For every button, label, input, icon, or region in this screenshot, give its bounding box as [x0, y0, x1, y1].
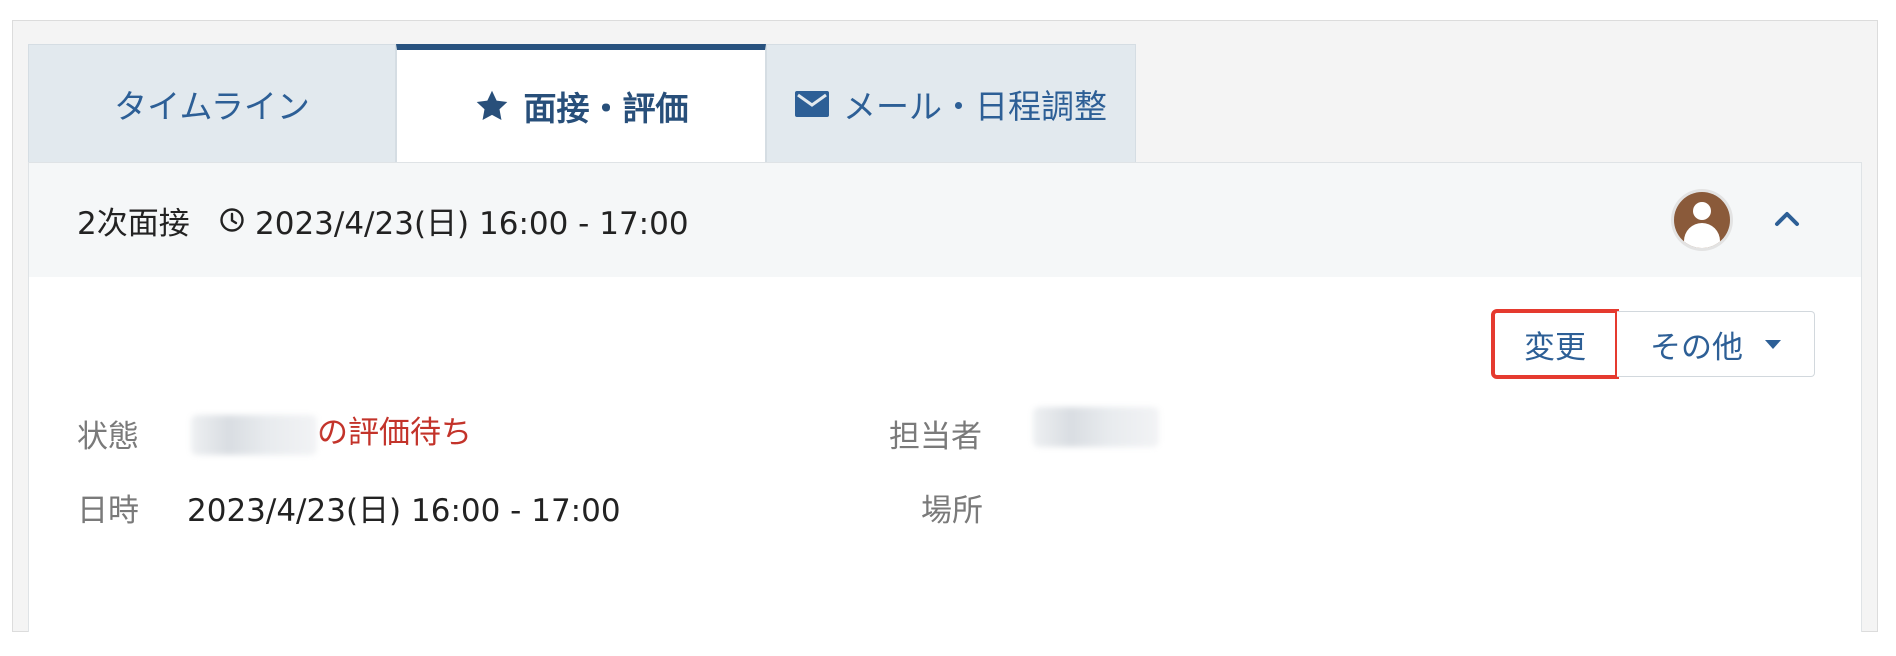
user-icon — [1674, 192, 1730, 248]
status-value: の評価待ち — [191, 407, 472, 455]
interview-stage: 2次面接 — [77, 205, 190, 242]
other-dropdown-button[interactable]: その他 — [1617, 311, 1815, 377]
tab-bar: タイムライン 面接・評価 メール・日程調整 — [28, 44, 1136, 162]
avatar[interactable] — [1671, 189, 1733, 251]
caret-down-icon — [1765, 339, 1781, 349]
star-icon — [476, 90, 507, 120]
interview-header: 2次面接 2023/4/23(日) 16:00 - 17:00 — [29, 163, 1861, 277]
interview-datetime: 2023/4/23(日) 16:00 - 17:00 — [255, 205, 689, 242]
status-label: 状態 — [77, 419, 139, 455]
tab-timeline[interactable]: タイムライン — [28, 44, 396, 162]
tab-label: タイムライン — [114, 86, 310, 126]
tab-label: メール・日程調整 — [843, 86, 1107, 126]
redacted-assignee — [1033, 407, 1159, 447]
datetime-label: 日時 — [77, 493, 139, 529]
tab-label: 面接・評価 — [523, 89, 689, 128]
redacted-name — [191, 414, 317, 455]
interview-panel: 2次面接 2023/4/23(日) 16:00 - 17:00 変更 その他 状… — [28, 162, 1862, 632]
status-text: の評価待ち — [317, 415, 472, 451]
clock-icon — [220, 208, 244, 232]
tab-mail-schedule[interactable]: メール・日程調整 — [766, 44, 1136, 162]
assignee-value — [1033, 407, 1159, 447]
tab-interview-evaluation[interactable]: 面接・評価 — [396, 44, 766, 162]
datetime-value: 2023/4/23(日) 16:00 - 17:00 — [187, 493, 621, 529]
chevron-up-icon[interactable] — [1767, 199, 1807, 239]
mail-icon — [795, 90, 829, 117]
change-button[interactable]: 変更 — [1491, 309, 1619, 379]
other-button-label: その他 — [1650, 329, 1743, 366]
action-buttons: 変更 その他 — [1491, 309, 1815, 379]
assignee-label: 担当者 — [889, 419, 982, 455]
place-label: 場所 — [921, 493, 983, 529]
change-button-label: 変更 — [1524, 329, 1586, 366]
